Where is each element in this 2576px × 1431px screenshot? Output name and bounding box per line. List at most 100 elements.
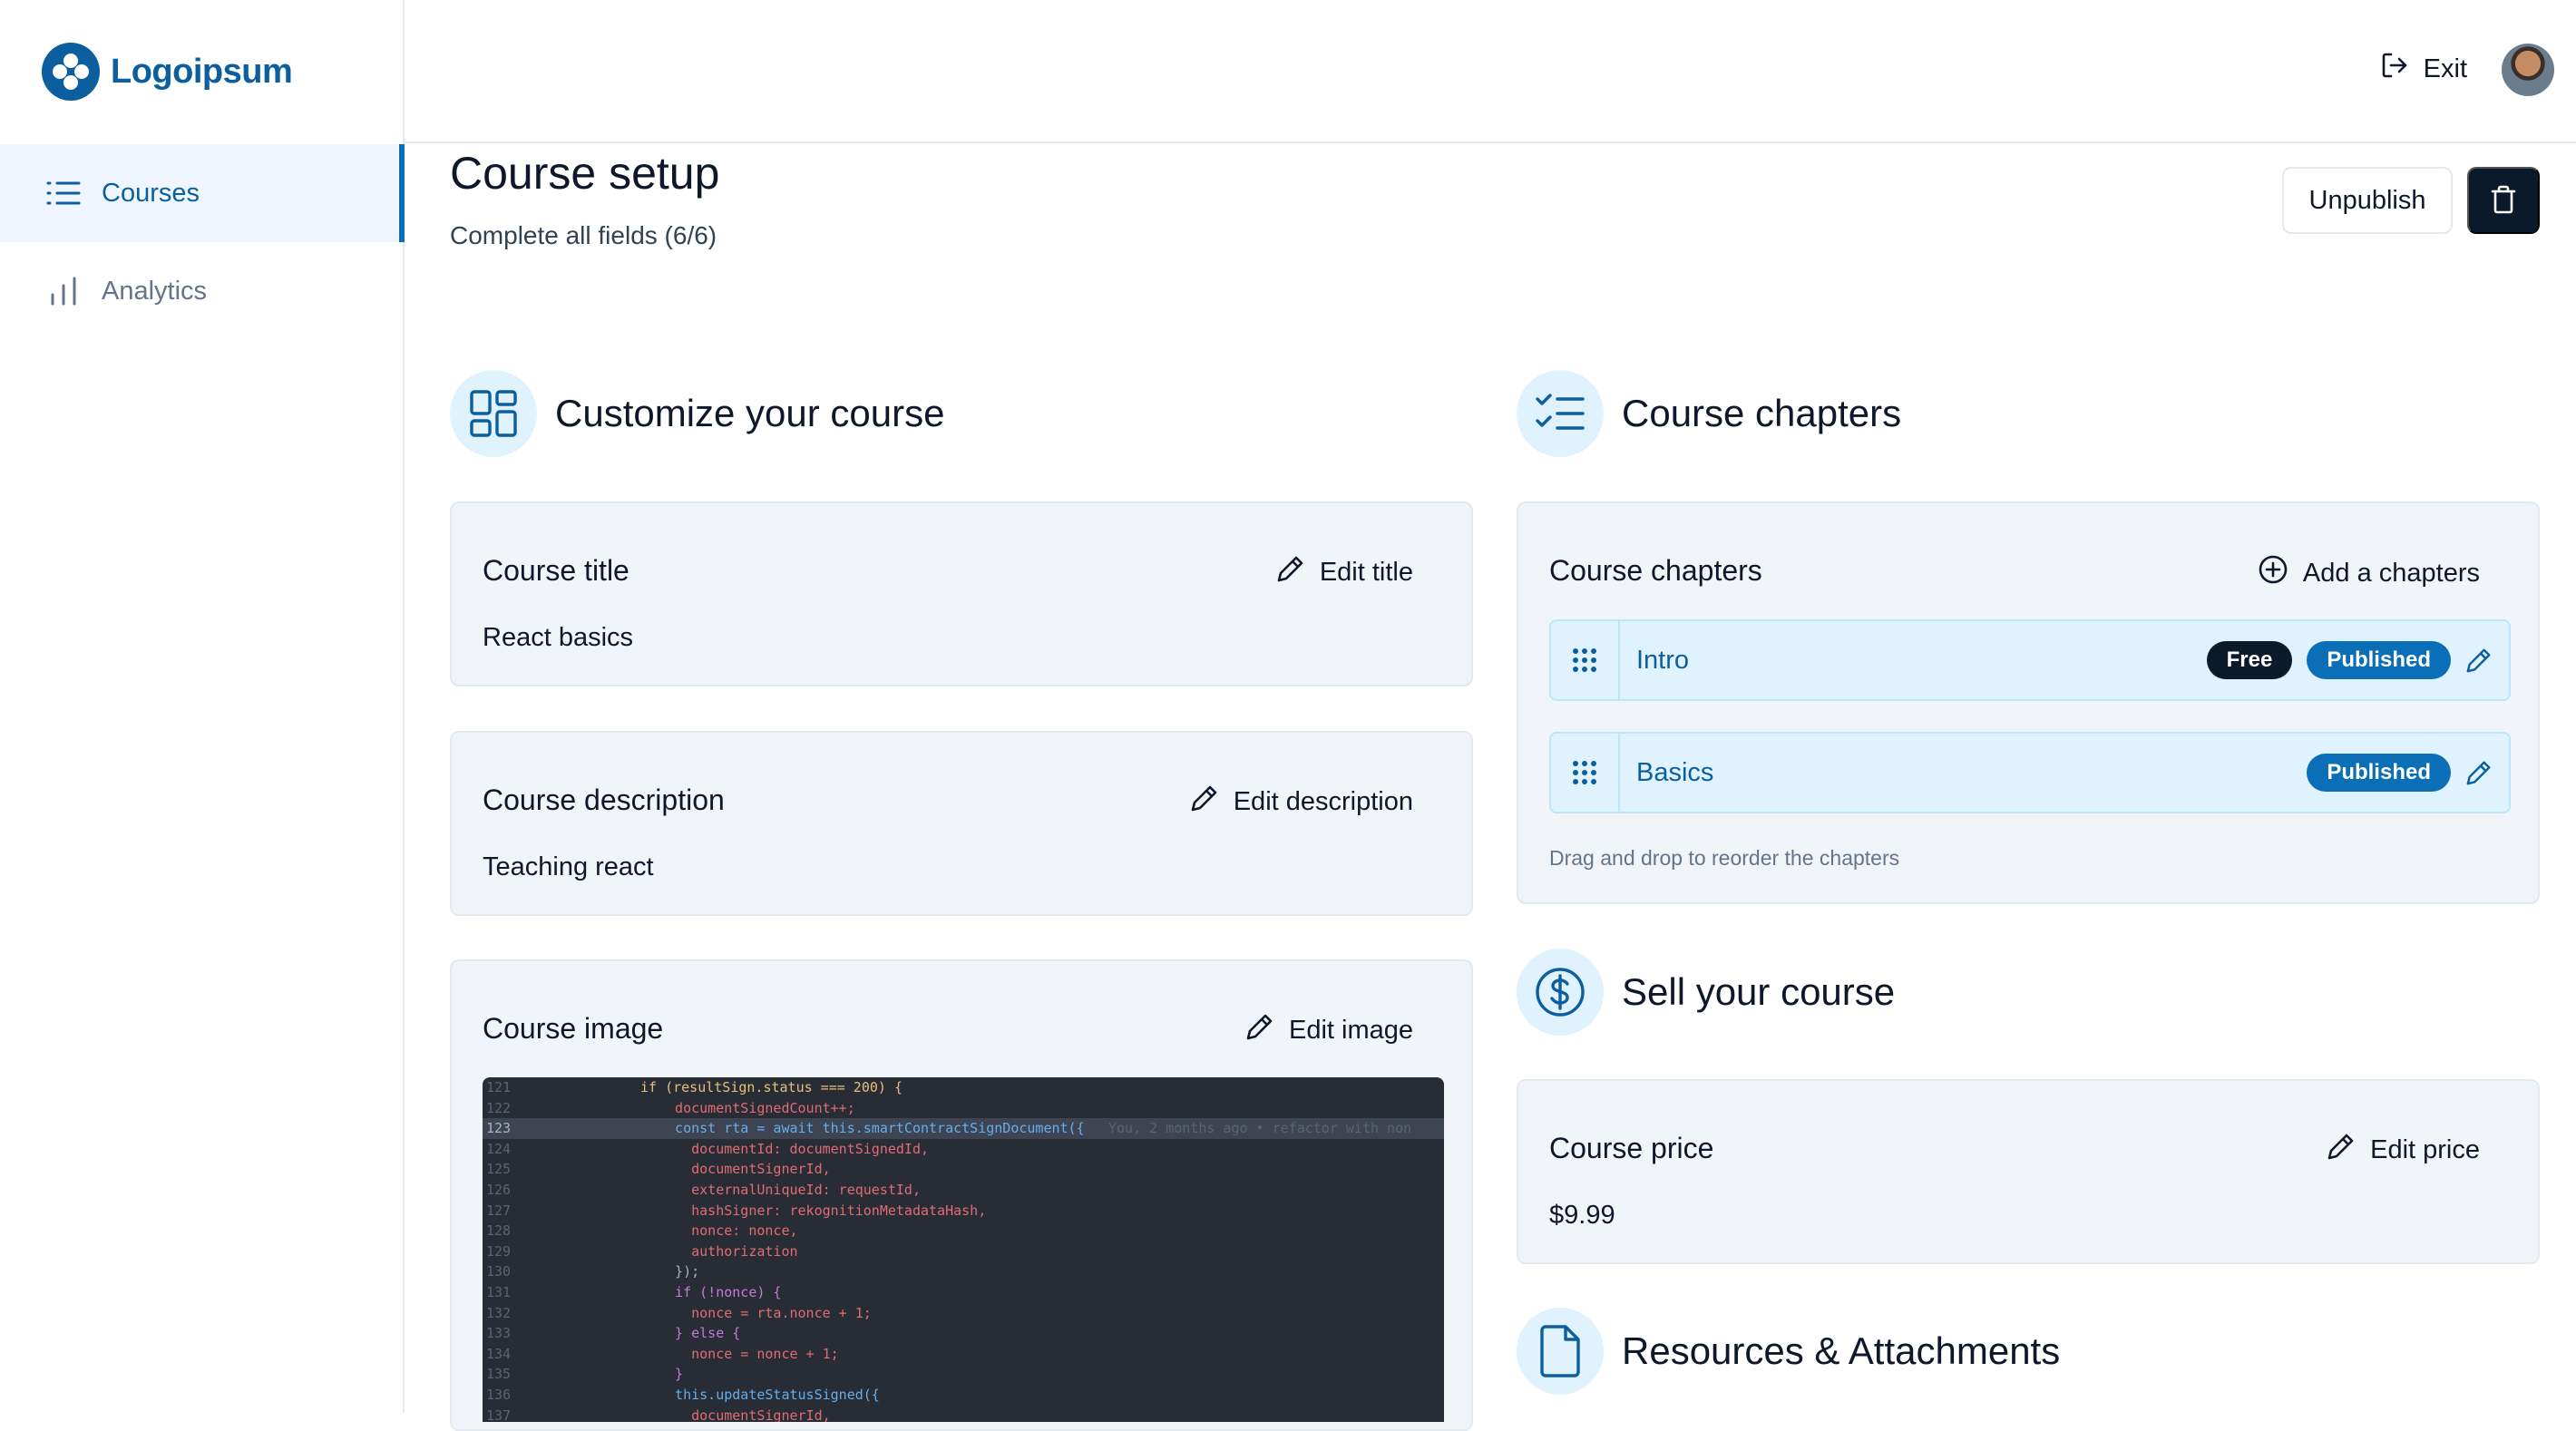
sidebar-item-label: Courses [102,178,200,208]
grip-icon[interactable] [1551,621,1620,699]
course-price-card: Course price Edit price $9.99 [1517,1079,2540,1264]
pencil-icon [1190,784,1219,820]
line-number: 128 [486,1222,512,1240]
user-avatar[interactable] [2502,44,2554,96]
line-number: 121 [486,1079,512,1095]
line-number: 129 [486,1242,512,1260]
pencil-icon[interactable] [2465,647,2493,674]
action-label: Edit price [2370,1134,2480,1164]
edit-image-button[interactable]: Edit image [1245,1012,1413,1048]
edit-price-button[interactable]: Edit price [2327,1132,2480,1168]
reorder-hint: Drag and drop to reorder the chapters [1549,846,1900,870]
sidebar-item-courses[interactable]: Courses [0,144,405,242]
topbar: Exit [405,0,2576,143]
action-label: Edit description [1233,786,1413,816]
course-chapters-card: Course chapters Add a chapters Intro Fre… [1517,501,2540,904]
exit-label: Exit [2423,54,2467,83]
section-title: Sell your course [1622,970,1896,1013]
line-number: 137 [486,1407,512,1423]
grip-icon[interactable] [1551,734,1620,812]
card-label: Course chapters [1549,554,1762,587]
code-line: documentSignerId, [659,1161,831,1178]
course-title-value: React basics [483,623,634,652]
chapter-item[interactable]: Basics Published [1549,732,2511,813]
chapter-title: Intro [1636,645,1690,675]
git-blame: You, 2 months ago • refactor with non [1108,1120,1412,1137]
sidebar-item-label: Analytics [102,276,208,306]
customize-heading: Customize your course [450,370,945,457]
add-chapter-button[interactable]: Add a chapters [2258,554,2480,592]
card-label: Course description [483,784,725,816]
line-number: 126 [486,1181,512,1198]
code-line: authorization [659,1242,798,1260]
chapters-heading: Course chapters [1517,370,1901,457]
code-line: nonce = nonce + 1; [659,1345,839,1362]
action-label: Edit image [1288,1015,1413,1045]
line-number: 130 [486,1263,512,1280]
list-icon [45,175,82,211]
course-image-card: Course image Edit image 121 if (resultSig… [450,959,1473,1431]
status-badge: Published [2307,641,2451,679]
line-number: 124 [486,1140,512,1157]
chapter-item[interactable]: Intro Free Published [1549,619,2511,701]
pencil-icon [2327,1132,2356,1168]
line-number: 123 [486,1120,512,1137]
section-title: Resources & Attachments [1622,1329,2061,1372]
line-number: 122 [486,1099,512,1116]
section-title: Course chapters [1622,392,1902,434]
delete-course-button[interactable] [2467,167,2540,234]
course-image: 121 if (resultSign.status === 200) { 122 … [483,1077,1444,1422]
log-out-icon [2380,51,2409,87]
course-description-card: Course description Edit description Teac… [450,731,1473,916]
file-icon [1517,1308,1604,1395]
pencil-icon[interactable] [2465,759,2493,786]
resources-heading: Resources & Attachments [1517,1308,2060,1395]
line-number: 135 [486,1366,512,1383]
code-line: } else { [659,1325,741,1342]
edit-title-button[interactable]: Edit title [1276,554,1413,590]
code-line: if (resultSign.status === 200) { [640,1079,903,1095]
bar-chart-icon [45,273,82,309]
code-line: this.updateStatusSigned({ [659,1386,880,1403]
code-line: documentSignedCount++; [659,1099,855,1116]
code-line: nonce = rta.nonce + 1; [659,1304,872,1321]
action-label: Add a chapters [2302,558,2480,588]
sidebar-item-analytics[interactable]: Analytics [0,242,405,340]
line-number: 136 [486,1386,512,1403]
brand-name: Logoipsum [111,52,293,91]
list-checks-icon [1517,370,1604,457]
code-line: documentId: documentSignedId, [659,1140,930,1157]
action-label: Edit title [1319,557,1413,587]
card-label: Course title [483,554,629,587]
sell-heading: Sell your course [1517,949,1895,1036]
code-line: hashSigner: rekognitionMetadataHash, [659,1202,987,1219]
pencil-icon [1276,554,1305,590]
code-line: } [659,1366,684,1383]
page-title: Course setup [450,148,720,199]
brand-logo[interactable]: Logoipsum [42,42,293,102]
completion-status: Complete all fields (6/6) [450,221,717,249]
exit-button[interactable]: Exit [2380,51,2467,87]
line-number: 133 [486,1325,512,1342]
line-number: 134 [486,1345,512,1362]
line-number: 127 [486,1202,512,1219]
code-line: documentSignerId, [659,1407,831,1423]
code-line: if (!nonce) { [659,1283,782,1300]
pencil-icon [1245,1012,1274,1048]
card-label: Course image [483,1012,664,1045]
chapter-title: Basics [1636,757,1714,787]
line-number: 132 [486,1304,512,1321]
edit-description-button[interactable]: Edit description [1190,784,1413,820]
sidebar: Logoipsum Courses Analytics [0,0,405,1413]
code-line: externalUniqueId: requestId, [659,1181,921,1198]
status-badge: Published [2307,754,2451,792]
code-line: nonce: nonce, [659,1222,798,1240]
circle-dollar-icon [1517,949,1604,1036]
line-number: 131 [486,1283,512,1300]
section-title: Customize your course [555,392,945,434]
code-line: }); [659,1263,700,1280]
course-title-card: Course title Edit title React basics [450,501,1473,686]
unpublish-button[interactable]: Unpublish [2282,167,2453,234]
line-number: 125 [486,1161,512,1178]
plus-circle-icon [2258,554,2288,592]
